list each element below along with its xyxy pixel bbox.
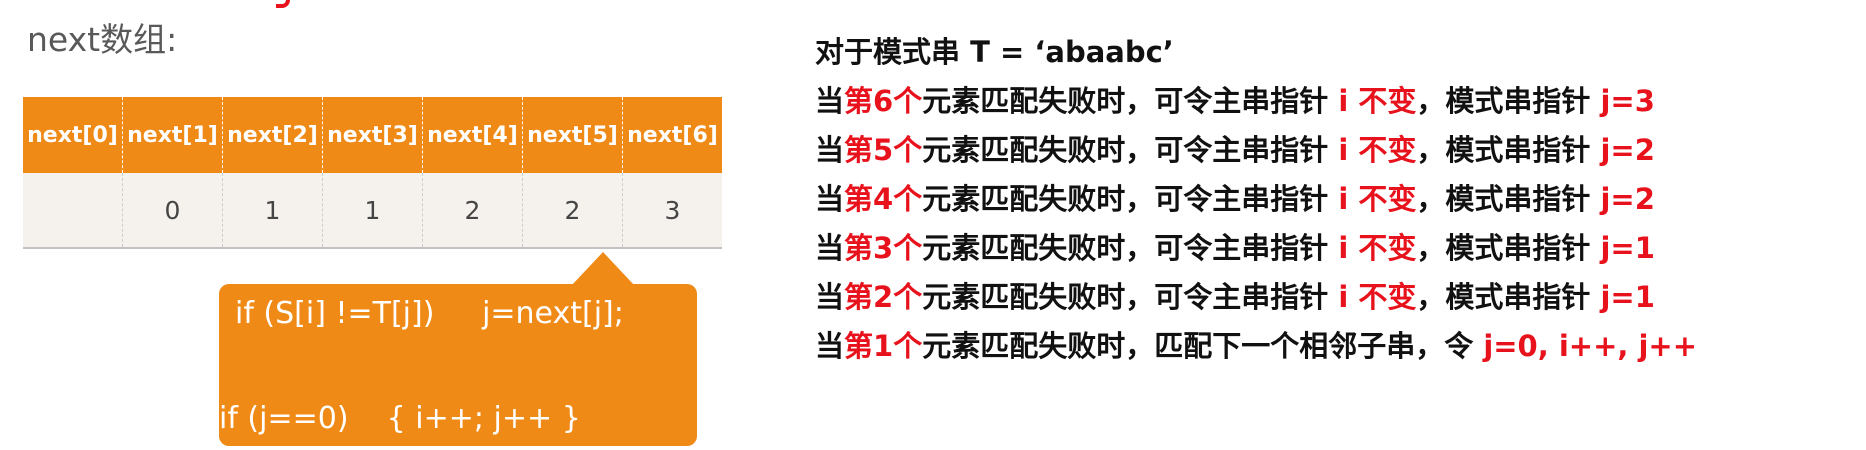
rule-text: ，模式串指针 [1416, 231, 1601, 265]
rule-text: 元素匹配失败时，可令主串指针 [922, 84, 1339, 118]
rule-i-unchanged: i 不变 [1338, 133, 1417, 167]
next-index-header: next[4] [422, 97, 523, 173]
rule-ordinal: 第5个 [844, 133, 923, 167]
rule-line: 当第3个元素匹配失败时，可令主串指针 i 不变，模式串指针 j=1 [815, 224, 1697, 273]
next-value-cell: 0 [122, 173, 223, 249]
rule-line: 当第2个元素匹配失败时，可令主串指针 i 不变，模式串指针 j=1 [815, 273, 1697, 322]
rule-line-last: 当第1个元素匹配失败时，匹配下一个相邻子串，令 j=0, i++, j++ [815, 322, 1697, 371]
rule-i-unchanged: i 不变 [1338, 182, 1417, 216]
rule-result: j=1 [1600, 231, 1655, 265]
rule-ordinal: 第3个 [844, 231, 923, 265]
rule-result: j=3 [1600, 84, 1655, 118]
next-array-table: next[0] next[1] next[2] next[3] next[4] … [23, 97, 722, 249]
next-value-cell: 2 [522, 173, 623, 249]
rule-prefix: 当 [815, 133, 845, 167]
rule-text: 元素匹配失败时，匹配下一个相邻子串，令 [922, 329, 1484, 363]
rule-line: 当第4个元素匹配失败时，可令主串指针 i 不变，模式串指针 j=2 [815, 175, 1697, 224]
next-index-header: next[2] [222, 97, 323, 173]
rule-text: 元素匹配失败时，可令主串指针 [922, 133, 1339, 167]
next-index-header: next[6] [622, 97, 722, 173]
rule-result: j=2 [1600, 133, 1655, 167]
next-value-cell: 1 [322, 173, 423, 249]
next-index-header: next[0] [23, 97, 123, 173]
callout-code-line-1: if (S[i] !=T[j]) j=next[j]; [235, 296, 624, 331]
rule-text: 元素匹配失败时，可令主串指针 [922, 280, 1339, 314]
cropped-red-glyph [276, 0, 290, 8]
rule-prefix: 当 [815, 182, 845, 216]
rule-ordinal: 第2个 [844, 280, 923, 314]
next-array-title: next数组: [27, 20, 178, 59]
rule-result: j=1 [1600, 280, 1655, 314]
rule-prefix: 当 [815, 329, 845, 363]
next-array-value-row: 0 1 1 2 2 3 [23, 173, 722, 249]
rule-text: ，模式串指针 [1416, 182, 1601, 216]
rule-result: j=0, i++, j++ [1483, 329, 1698, 363]
rule-text: ，模式串指针 [1416, 84, 1601, 118]
rule-ordinal: 第4个 [844, 182, 923, 216]
rule-line: 当第5个元素匹配失败时，可令主串指针 i 不变，模式串指针 j=2 [815, 126, 1697, 175]
rule-text: ，模式串指针 [1416, 280, 1601, 314]
rule-text: 元素匹配失败时，可令主串指针 [922, 231, 1339, 265]
callout-code-line-2: if (j==0) { i++; j++ } [219, 401, 581, 436]
rule-i-unchanged: i 不变 [1338, 231, 1417, 265]
next-value-cell: 2 [422, 173, 523, 249]
rule-text: ，模式串指针 [1416, 133, 1601, 167]
rule-prefix: 当 [815, 231, 845, 265]
rule-ordinal: 第6个 [844, 84, 923, 118]
next-value-cell: 3 [622, 173, 722, 249]
rules-heading: 对于模式串 T = ‘abaabc’ [815, 35, 1174, 69]
next-index-header: next[1] [122, 97, 223, 173]
rule-ordinal: 第1个 [844, 329, 923, 363]
failure-rules: 对于模式串 T = ‘abaabc’ 当第6个元素匹配失败时，可令主串指针 i … [815, 28, 1697, 371]
next-array-header-row: next[0] next[1] next[2] next[3] next[4] … [23, 97, 722, 173]
rule-i-unchanged: i 不变 [1338, 280, 1417, 314]
rule-text: 元素匹配失败时，可令主串指针 [922, 182, 1339, 216]
rule-prefix: 当 [815, 84, 845, 118]
next-index-header: next[3] [322, 97, 423, 173]
rule-i-unchanged: i 不变 [1338, 84, 1417, 118]
next-value-cell: 1 [222, 173, 323, 249]
rule-result: j=2 [1600, 182, 1655, 216]
next-value-cell [23, 173, 123, 249]
rule-line: 当第6个元素匹配失败时，可令主串指针 i 不变，模式串指针 j=3 [815, 77, 1697, 126]
rule-prefix: 当 [815, 280, 845, 314]
next-index-header: next[5] [522, 97, 623, 173]
